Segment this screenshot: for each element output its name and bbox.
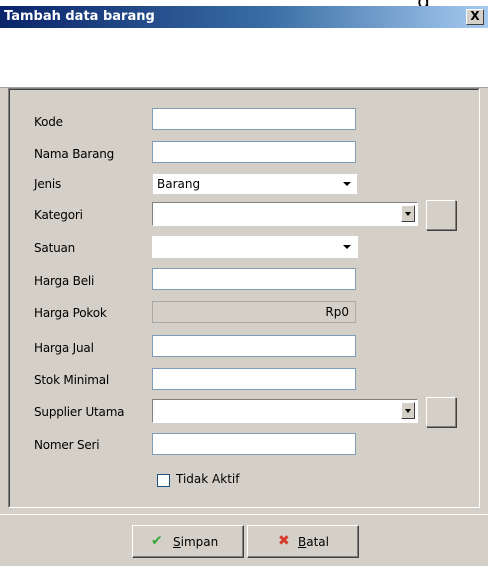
jenis-selected-value: Barang	[157, 177, 201, 191]
batal-hotkey: B	[298, 535, 307, 549]
stok-minimal-label: Stok Minimal	[34, 373, 110, 387]
kategori-lookup-button[interactable]	[426, 200, 456, 230]
jenis-label: Jenis	[34, 177, 62, 191]
chevron-down-icon[interactable]	[343, 182, 351, 186]
nama-barang-input[interactable]	[152, 141, 356, 163]
kode-input[interactable]	[152, 108, 356, 130]
kategori-dropdown-button[interactable]	[401, 205, 415, 222]
supplier-utama-label: Supplier Utama	[34, 405, 125, 419]
supplier-lookup-button[interactable]	[426, 397, 456, 427]
nomer-seri-input[interactable]	[152, 433, 356, 455]
chevron-down-icon[interactable]	[343, 245, 351, 249]
harga-beli-input[interactable]	[152, 268, 356, 290]
stok-minimal-input[interactable]	[152, 368, 356, 390]
cross-icon: ✖	[278, 533, 290, 549]
supplier-utama-select[interactable]	[152, 399, 418, 423]
kode-label: Kode	[34, 115, 63, 129]
chevron-down-icon	[405, 212, 411, 216]
harga-jual-input[interactable]	[152, 335, 356, 357]
batal-button-label: Batal	[298, 535, 329, 549]
harga-beli-label: Harga Beli	[34, 274, 95, 288]
kategori-select[interactable]	[152, 202, 418, 226]
supplier-dropdown-button[interactable]	[401, 402, 415, 419]
tidak-aktif-label[interactable]: Tidak Aktif	[176, 472, 239, 486]
simpan-hotkey: S	[173, 535, 181, 549]
button-row-separator	[0, 514, 488, 515]
close-button[interactable]: X	[466, 9, 484, 25]
chevron-down-icon	[405, 409, 411, 413]
kategori-label: Kategori	[34, 208, 83, 222]
dialog-body: Kode Nama Barang Jenis Barang Kategori S…	[0, 88, 488, 566]
check-icon: ✔	[151, 533, 163, 549]
title-bar[interactable]: Tambah data barang X	[0, 6, 488, 28]
simpan-button-label: Simpan	[173, 535, 218, 549]
simpan-rest: impan	[180, 535, 219, 549]
tidak-aktif-checkbox[interactable]	[157, 474, 170, 487]
satuan-label: Satuan	[34, 241, 76, 255]
harga-pokok-label: Harga Pokok	[34, 306, 107, 320]
simpan-button[interactable]: ✔ Simpan	[132, 525, 244, 558]
header-area	[0, 28, 488, 88]
jenis-select[interactable]: Barang	[152, 173, 358, 195]
satuan-select[interactable]	[152, 236, 358, 258]
nomer-seri-label: Nomer Seri	[34, 438, 100, 452]
batal-rest: atal	[306, 535, 329, 549]
nama-barang-label: Nama Barang	[34, 147, 115, 161]
window-title: Tambah data barang	[4, 9, 155, 24]
close-icon: X	[470, 9, 480, 23]
batal-button[interactable]: ✖ Batal	[247, 525, 359, 558]
harga-jual-label: Harga Jual	[34, 341, 94, 355]
harga-pokok-field: Rp0	[152, 301, 356, 323]
